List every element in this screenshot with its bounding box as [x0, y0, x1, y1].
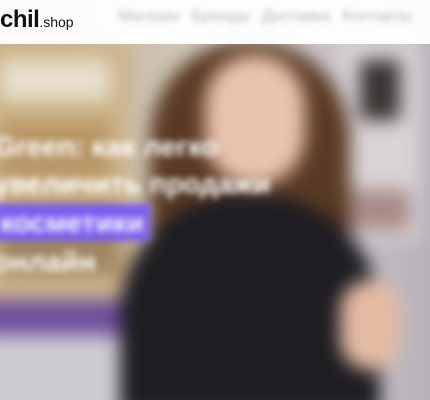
nav-item-brands[interactable]: Бренды	[192, 8, 250, 26]
headline-line-1: Green: как легко	[0, 131, 219, 162]
logo-suffix: .shop	[39, 14, 74, 30]
nav-item-delivery[interactable]: Доставка	[262, 8, 331, 26]
nav-item-contacts[interactable]: Контакты	[342, 8, 411, 26]
hero-headline: Green: как легко увеличить продажи косме…	[0, 128, 270, 280]
headline-line-4: онлайн	[0, 246, 96, 277]
main-nav: Магазин Бренды Доставка Контакты	[118, 8, 430, 26]
nav-item-shop[interactable]: Магазин	[118, 8, 180, 26]
site-header: chil.shop Магазин Бренды Доставка Контак…	[0, 0, 430, 44]
headline-highlight: косметики	[0, 204, 151, 241]
hero-background: Green: как легко увеличить продажи косме…	[0, 0, 430, 400]
headline-line-2: увеличить продажи	[0, 168, 271, 199]
site-logo[interactable]: chil.shop	[0, 6, 74, 34]
logo-main: chil	[0, 6, 40, 33]
